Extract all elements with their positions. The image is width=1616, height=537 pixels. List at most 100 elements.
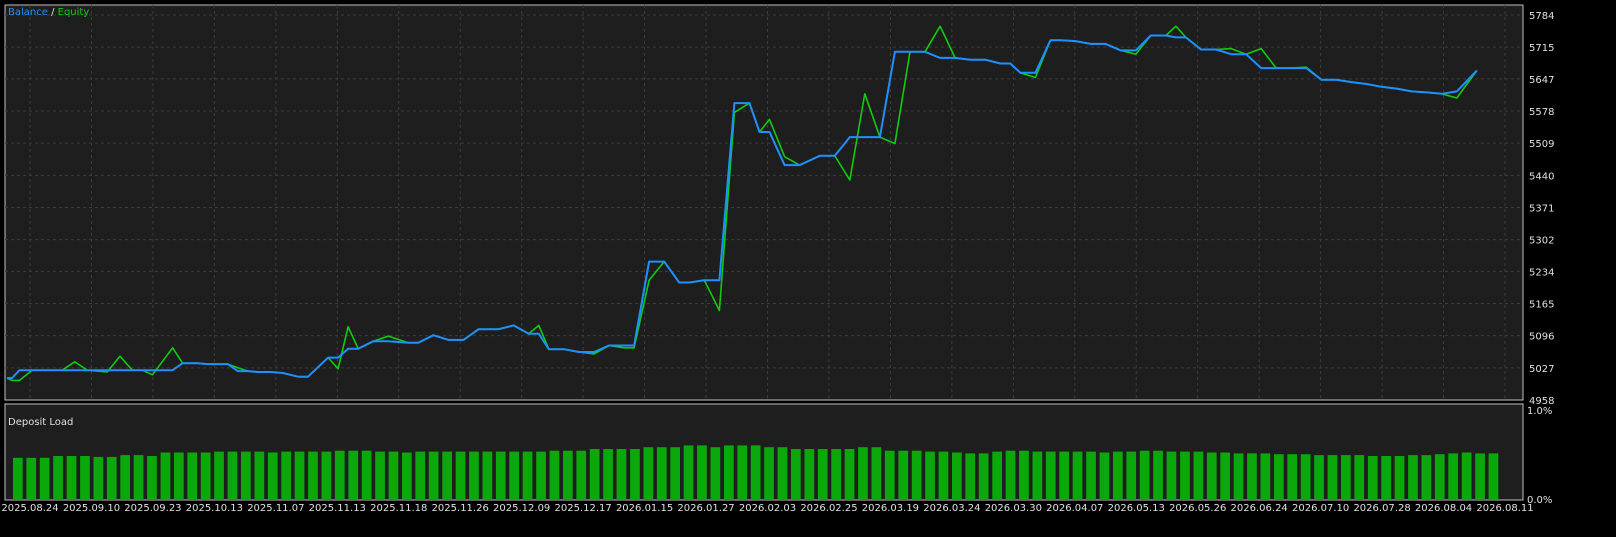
x-tick-label: 2026.03.19 — [862, 503, 919, 514]
deposit-load-bar — [724, 445, 734, 500]
deposit-load-bar — [160, 452, 171, 500]
x-tick-label: 2026.08.04 — [1415, 503, 1472, 514]
deposit-load-bar — [1113, 451, 1123, 500]
deposit-load-bar — [589, 449, 600, 500]
x-tick-label: 2026.05.26 — [1169, 503, 1226, 514]
deposit-load-bar — [361, 450, 372, 500]
x-tick-label: 2025.10.13 — [186, 503, 243, 514]
y-tick-label: 5715 — [1529, 43, 1554, 54]
deposit-load-bar — [697, 445, 707, 500]
deposit-load-bar — [1314, 455, 1324, 500]
deposit-load-bar — [1488, 453, 1499, 500]
y-tick-label: 5302 — [1529, 236, 1554, 247]
deposit-load-bar — [750, 445, 761, 500]
legend-balance: Balance — [8, 7, 48, 18]
deposit-load-bar — [469, 451, 479, 500]
deposit-load-bar — [563, 450, 573, 500]
deposit-load-bar — [66, 456, 77, 500]
deposit-load-bar — [509, 451, 519, 500]
deposit-load-bar — [147, 456, 157, 500]
legend-equity: Equity — [58, 7, 90, 18]
y-tick-label: 5440 — [1529, 171, 1554, 182]
chart-legend: Balance / Equity — [8, 7, 89, 18]
x-tick-label: 2025.11.07 — [247, 503, 304, 514]
deposit-load-bar — [817, 449, 828, 500]
upper-plot-area — [4, 4, 1524, 401]
deposit-load-bar — [1220, 452, 1230, 500]
deposit-load-bar — [831, 449, 841, 500]
deposit-load-bar — [603, 449, 613, 500]
deposit-load-bar — [1032, 451, 1043, 500]
deposit-load-bar — [777, 447, 788, 500]
y-tick-label: 5784 — [1529, 11, 1554, 22]
deposit-load-bar — [1180, 451, 1190, 500]
x-tick-label: 2026.02.25 — [800, 503, 857, 514]
chart-window: 4958 5027 5096 5165 5234 5302 5371 5440 5509 5578… — [0, 0, 1616, 533]
deposit-load-bar — [1274, 454, 1284, 500]
deposit-load-bar — [670, 447, 680, 500]
deposit-load-bar — [1139, 450, 1150, 500]
balance-equity-chart: 4958502750965165523453025371544055095578… — [1, 4, 1554, 514]
deposit-load-bar — [348, 450, 359, 500]
deposit-load-bar — [858, 447, 868, 500]
deposit-load-bar — [294, 451, 305, 500]
deposit-load-bar — [1327, 455, 1338, 500]
deposit-load-bar — [1126, 451, 1137, 500]
x-tick-label: 2026.03.30 — [985, 503, 1042, 514]
deposit-load-bar — [1005, 450, 1016, 500]
x-tick-label: 2025.12.09 — [493, 503, 550, 514]
deposit-load-bar — [174, 452, 184, 500]
deposit-load-bar — [482, 451, 493, 500]
y-tick-label: 5096 — [1529, 332, 1554, 343]
x-tick-label: 2026.02.03 — [739, 503, 796, 514]
y-tick-label: 5234 — [1529, 267, 1554, 278]
deposit-load-bar — [764, 447, 774, 500]
deposit-load-bar — [710, 447, 721, 500]
deposit-tick-max: 1.0% — [1527, 406, 1552, 417]
x-tick-label: 2025.09.23 — [124, 503, 181, 514]
deposit-load-bar — [93, 456, 104, 500]
deposit-load-bar — [254, 451, 265, 500]
y-tick-label: 5371 — [1529, 204, 1554, 215]
y-tick-label: 5027 — [1529, 364, 1554, 375]
deposit-load-bar — [1408, 455, 1418, 500]
deposit-load-bar — [871, 447, 882, 500]
deposit-load-bar — [1448, 453, 1458, 500]
deposit-load-bar — [925, 451, 935, 500]
deposit-load-bar — [334, 450, 345, 500]
deposit-load-bar — [1059, 451, 1069, 500]
deposit-load-bar — [643, 447, 654, 500]
deposit-load-bar — [978, 453, 989, 500]
x-tick-label: 2026.05.13 — [1108, 503, 1165, 514]
deposit-load-bar — [522, 451, 533, 500]
x-tick-label: 2026.03.24 — [923, 503, 980, 514]
deposit-load-bar — [1206, 452, 1217, 500]
deposit-load-bar — [267, 452, 278, 500]
deposit-load-bar — [656, 447, 667, 500]
x-tick-label: 2026.07.10 — [1292, 503, 1349, 514]
deposit-load-bar — [1300, 454, 1311, 500]
x-tick-label: 2025.08.24 — [1, 503, 58, 514]
deposit-load-bar — [106, 456, 117, 500]
deposit-load-bar — [992, 451, 1002, 500]
deposit-load-bar — [1247, 453, 1257, 500]
deposit-load-bar — [1381, 456, 1391, 500]
deposit-load-bar — [187, 452, 198, 500]
x-tick-label: 2026.06.24 — [1231, 503, 1288, 514]
deposit-load-bar — [737, 445, 748, 500]
deposit-load-bar — [1341, 455, 1351, 500]
deposit-load-bar — [133, 455, 144, 500]
deposit-load-bar — [616, 449, 627, 500]
deposit-load-title: Deposit Load — [8, 417, 73, 428]
deposit-load-bar — [442, 451, 452, 500]
deposit-load-bar — [898, 450, 909, 500]
x-tick-label: 2025.11.26 — [432, 503, 489, 514]
deposit-load-bar — [402, 452, 412, 500]
x-tick-label: 2026.01.15 — [616, 503, 673, 514]
y-tick-label: 5165 — [1529, 300, 1554, 311]
deposit-load-bar — [455, 451, 466, 500]
deposit-load-bar — [415, 451, 426, 500]
deposit-load-bar — [241, 451, 251, 500]
deposit-load-bar — [53, 456, 63, 500]
deposit-load-bar — [1193, 451, 1204, 500]
